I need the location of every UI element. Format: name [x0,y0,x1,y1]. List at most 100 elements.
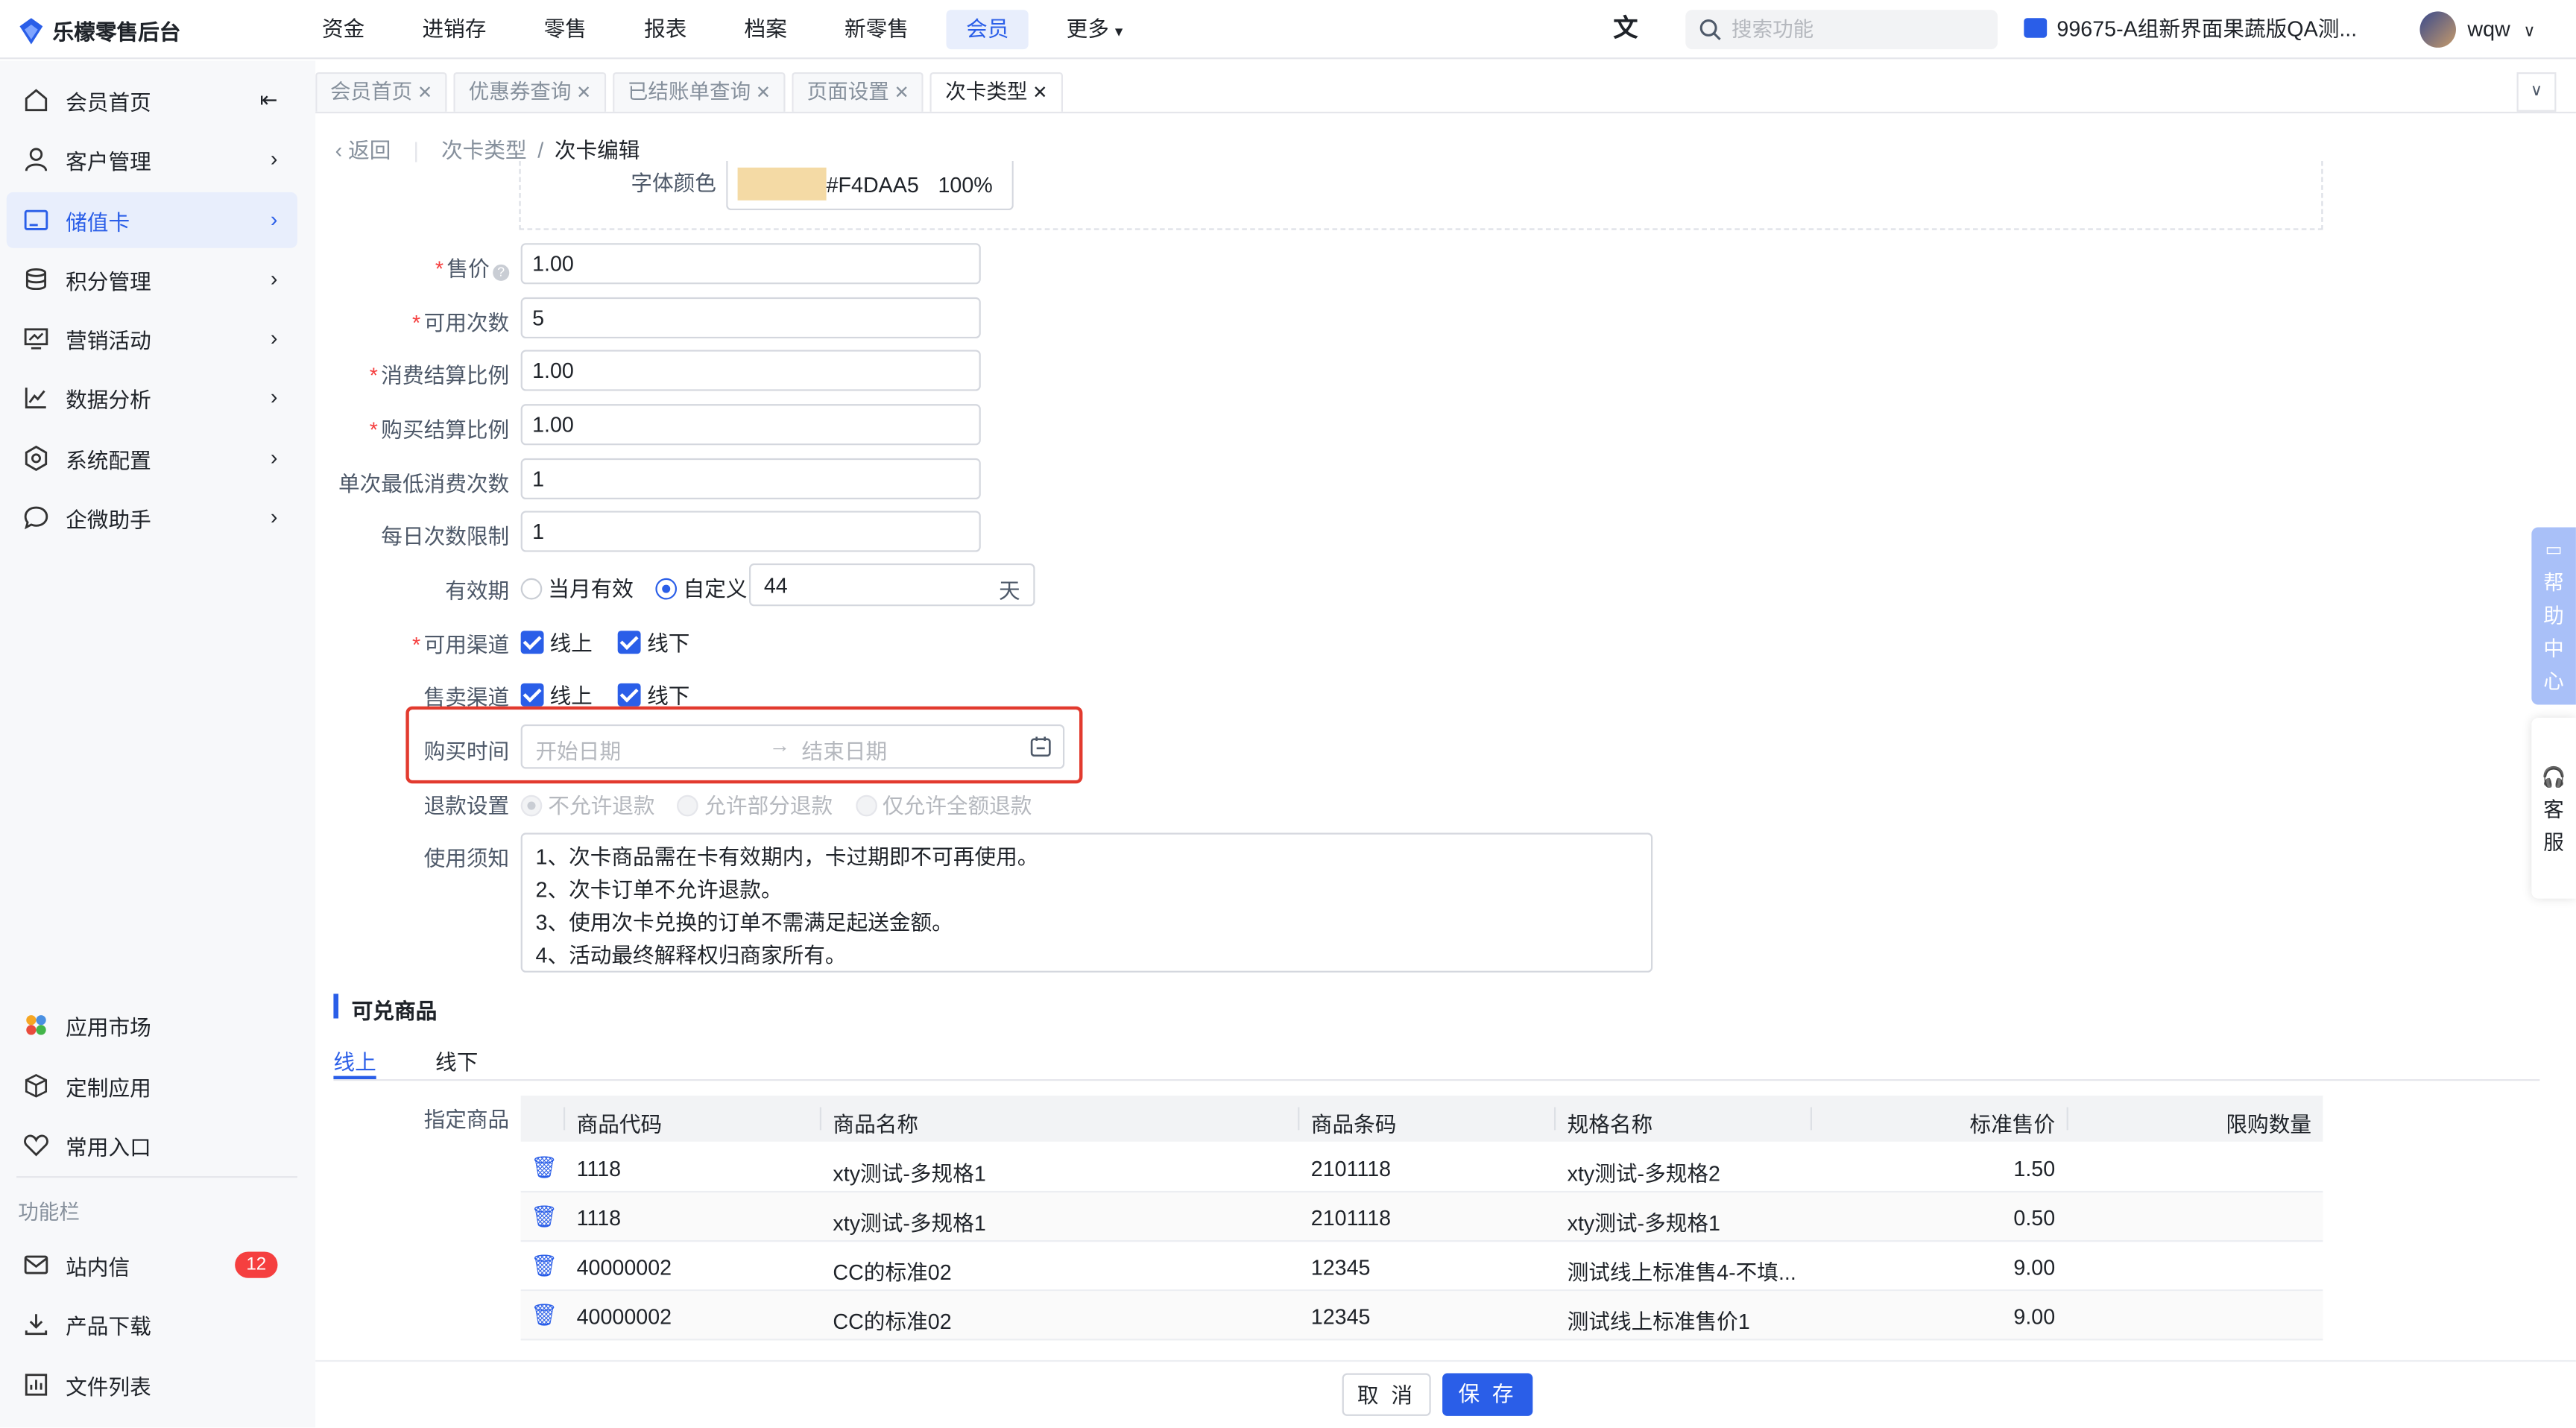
tab-page-settings[interactable]: 页面设置 ✕ [792,72,924,112]
validity-days-input[interactable]: 44 天 [749,563,1035,607]
required-mark: * [412,632,421,657]
tab-member-home[interactable]: 会员首页 ✕ [315,72,448,112]
daily-limit-input[interactable]: 1 [520,511,981,552]
refund-none-radio[interactable]: 不允许退款 [520,794,655,818]
close-icon[interactable]: ✕ [1032,83,1047,103]
user-menu[interactable]: wqw ∨ [2467,10,2535,49]
cell-name: xty测试-多规格1 [833,1210,986,1236]
end-date-input[interactable]: 结束日期 [802,734,888,765]
tab-card-type[interactable]: 次卡类型 ✕ [930,72,1063,112]
color-swatch[interactable] [737,167,827,200]
buy-ratio-input[interactable]: 1.00 [520,404,981,446]
sidebar-item-points[interactable]: 积分管理 › [7,251,297,307]
cell-code: 40000002 [576,1304,672,1330]
app-logo[interactable]: 乐檬零售后台 [19,15,180,46]
sidebar-item-app-market[interactable]: 应用市场 [7,997,297,1053]
channel-online-checkbox[interactable]: 线上 [520,631,593,656]
sidebar-item-marketing[interactable]: 营销活动 › [7,311,297,367]
translate-icon[interactable]: 文 [1613,10,1638,49]
trash-icon[interactable]: 🗑 [531,1204,558,1230]
sidebar-item-settings[interactable]: 系统配置 › [7,430,297,486]
refund-full-radio[interactable]: 仅允许全额退款 [855,794,1032,818]
channel-offline-checkbox[interactable]: 线下 [618,631,689,655]
sidebar-item-shortcuts[interactable]: 常用入口 [7,1117,297,1173]
section-marker [333,993,339,1019]
goods-tab-online[interactable]: 线上 [333,1045,376,1076]
min-times-input[interactable]: 1 [520,458,981,500]
price-input[interactable]: 1.00 [520,243,981,285]
notice-textarea[interactable]: 1、次卡商品需在卡有效期内，卡过期即不可再使用。 2、次卡订单不允许退款。 3、… [520,833,1653,973]
refund-partial-radio[interactable]: 允许部分退款 [677,794,833,818]
goods-tab-offline[interactable]: 线下 [435,1045,478,1076]
sidebar-item-customers[interactable]: 客户管理 › [7,131,297,187]
help-char: 帮 [2543,571,2564,595]
nav-item-more[interactable]: 更多 ▼ [1046,10,1145,49]
chevron-right-icon: › [270,206,278,232]
store-selector[interactable]: 99675-A组新界面果蔬版QA测... [2024,10,2357,49]
sidebar-item-label: 系统配置 [66,447,151,473]
trash-icon[interactable]: 🗑 [531,1154,558,1181]
checkbox-checked-icon [520,683,544,707]
cell-spec: xty测试-多规格1 [1567,1210,1720,1236]
tab-coupon-query[interactable]: 优惠券查询 ✕ [453,72,607,112]
sidebar-item-downloads[interactable]: 产品下载 [7,1296,297,1352]
tabs-dropdown[interactable]: ∨ [2516,72,2557,112]
help-icon[interactable]: ? [493,264,510,281]
nav-item-inventory[interactable]: 进销存 [402,10,506,49]
nav-item-funds[interactable]: 资金 [303,10,385,49]
start-date-input[interactable]: 开始日期 [536,734,622,765]
nav-item-new-retail[interactable]: 新零售 [825,10,929,49]
trash-icon[interactable]: 🗑 [531,1254,558,1280]
cancel-button[interactable]: 取 消 [1342,1373,1431,1416]
cell-name: xty测试-多规格1 [833,1161,986,1187]
sidebar-item-files[interactable]: 文件列表 [7,1357,297,1413]
chart-line-icon [22,383,51,413]
channel-online-label: 线上 [549,631,593,656]
sale-offline-label: 线下 [647,683,690,708]
validity-month-radio[interactable]: 当月有效 [520,577,634,601]
min-times-label: 单次最低消费次数 [338,471,510,496]
purchase-time-label: 购买时间 [423,739,510,764]
sidebar-item-custom-app[interactable]: 定制应用 [7,1058,297,1113]
back-button[interactable]: ‹ 返回 [335,138,391,162]
sidebar-item-stored-card[interactable]: 储值卡 › [6,192,297,248]
notice-label: 使用须知 [423,846,510,871]
goods-tabs-divider [333,1079,2540,1081]
sidebar-item-wecom[interactable]: 企微助手 › [7,490,297,546]
close-icon[interactable]: ✕ [576,83,591,103]
close-icon[interactable]: ✕ [894,83,909,103]
times-input[interactable]: 5 [520,297,981,339]
avatar[interactable] [2419,11,2456,48]
nav-item-archive[interactable]: 档案 [724,10,806,49]
purchase-date-range[interactable]: 开始日期 → 结束日期 [520,724,1065,769]
main-nav: 资金 进销存 零售 报表 档案 新零售 会员 更多 ▼ [303,10,1164,50]
font-color-picker[interactable]: #F4DAA5 100% [726,160,1014,211]
validity-custom-radio[interactable]: 自定义 [655,577,748,601]
nav-item-retail[interactable]: 零售 [524,10,606,49]
store-name: 99675-A组新界面果蔬版QA测... [2056,16,2358,42]
save-button[interactable]: 保 存 [1442,1373,1533,1416]
chat-icon [22,502,51,532]
font-color-label: 字体颜色 [631,171,716,196]
sidebar-item-messages[interactable]: 站内信 12 [7,1237,297,1293]
sidebar-item-member-home[interactable]: 会员首页 ⇤ [7,72,297,128]
tab-closed-bills[interactable]: 已结账单查询 ✕ [613,72,786,112]
trash-icon[interactable]: 🗑 [531,1303,558,1329]
help-center-button[interactable]: ▭ 帮 助 中 心 [2531,527,2576,705]
breadcrumb-parent[interactable]: 次卡类型 [441,138,527,162]
sidebar-item-analytics[interactable]: 数据分析 › [7,370,297,426]
channel-label-text: 可用渠道 [423,632,510,657]
collapse-sidebar-icon[interactable]: ⇤ [259,87,277,113]
search-input[interactable]: 搜索功能 [1685,10,1998,50]
nav-item-reports[interactable]: 报表 [625,10,707,49]
sale-offline-checkbox[interactable]: 线下 [618,683,689,708]
tab-label: 优惠券查询 [468,80,572,104]
nav-item-member[interactable]: 会员 [946,10,1029,50]
cell-code: 40000002 [576,1254,672,1280]
close-icon[interactable]: ✕ [417,83,432,103]
cell-barcode: 2101118 [1310,1205,1392,1230]
customer-service-button[interactable]: 🎧 客 服 [2531,718,2576,899]
close-icon[interactable]: ✕ [756,83,771,103]
sale-online-checkbox[interactable]: 线上 [520,683,593,708]
consume-ratio-input[interactable]: 1.00 [520,350,981,391]
